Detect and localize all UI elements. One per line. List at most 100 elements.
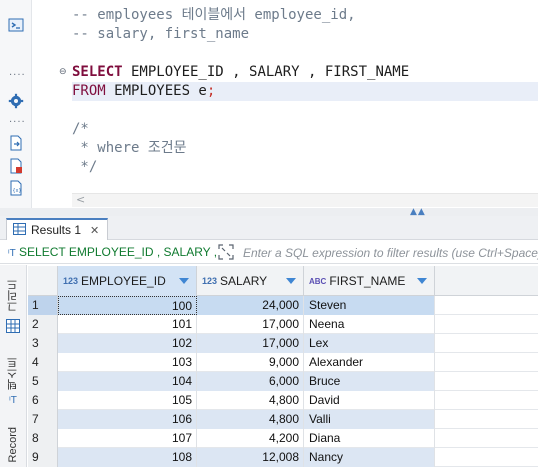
cell-first-name[interactable]: Nancy <box>304 448 435 467</box>
tab-grid-label: 그리드 <box>7 278 19 312</box>
cell-employee-id[interactable]: 106 <box>58 410 197 429</box>
cell-first-name[interactable]: Diana <box>304 429 435 448</box>
code-line-comment: -- employees 테이블에서 employee_id, <box>72 7 356 23</box>
tab-results-1[interactable]: Results 1 ✕ <box>6 218 109 240</box>
row-number[interactable]: 4 <box>28 353 58 372</box>
table-row[interactable]: 9 108 12,008 Nancy <box>28 448 538 467</box>
cell-salary[interactable]: 4,800 <box>197 391 304 410</box>
tab-record-view[interactable]: Record <box>4 423 22 467</box>
cell-employee-id[interactable]: 105 <box>58 391 197 410</box>
grid-header-row: 123 EMPLOYEE_ID 123 SALARY ABC FIRST_NAM… <box>28 266 538 296</box>
cell-salary[interactable]: 17,000 <box>197 334 304 353</box>
code-line-comment: * where 조건문 <box>72 140 187 156</box>
cell-employee-id[interactable]: 108 <box>58 448 197 467</box>
editor-horizontal-scrollbar[interactable]: < <box>72 193 538 207</box>
column-header-employee-id[interactable]: 123 EMPLOYEE_ID <box>58 266 197 296</box>
cell-salary[interactable]: 9,000 <box>197 353 304 372</box>
cell-salary[interactable]: 24,000 <box>197 296 304 315</box>
filter-query-label[interactable]: ᶦT SELECT EMPLOYEE_ID , SALARY , <box>8 245 217 259</box>
cell-first-name[interactable]: Neena <box>304 315 435 334</box>
statement-semicolon: ; <box>206 83 216 99</box>
sort-dropdown-icon[interactable] <box>179 278 189 284</box>
tab-record-label: Record <box>7 427 19 463</box>
cell-employee-id[interactable]: 104 <box>58 372 197 391</box>
sql-query-icon: ᶦT <box>8 248 16 259</box>
svg-text:{x}: {x} <box>13 188 22 194</box>
results-grid[interactable]: 123 EMPLOYEE_ID 123 SALARY ABC FIRST_NAM… <box>28 266 538 467</box>
cell-first-name[interactable]: Steven <box>304 296 435 315</box>
row-number-header[interactable] <box>28 266 58 296</box>
numeric-type-icon: 123 <box>202 276 218 286</box>
row-number[interactable]: 3 <box>28 334 58 353</box>
sort-dropdown-icon[interactable] <box>286 278 296 284</box>
cell-salary[interactable]: 4,200 <box>197 429 304 448</box>
code-line-comment: */ <box>72 159 98 175</box>
settings-gear-icon[interactable] <box>8 93 24 109</box>
table-row[interactable]: 7 106 4,800 Valli <box>28 410 538 429</box>
text-view-icon[interactable]: ᶦT <box>4 391 22 409</box>
filter-bar: ᶦT SELECT EMPLOYEE_ID , SALARY , <box>0 241 538 264</box>
column-header-first-name[interactable]: ABC FIRST_NAME <box>304 266 435 296</box>
cell-salary[interactable]: 17,000 <box>197 315 304 334</box>
grid-view-icon[interactable] <box>4 317 22 335</box>
panel-splitter[interactable]: ▲▲ <box>0 207 538 217</box>
sql-editor[interactable]: ···· ···· {x} ⊖ -- employees 테이블에서 emplo… <box>0 0 538 210</box>
row-number[interactable]: 8 <box>28 429 58 448</box>
cell-employee-id[interactable]: 100 <box>58 296 197 315</box>
document-error-icon[interactable] <box>8 158 24 174</box>
scroll-left-arrow-icon[interactable]: < <box>76 193 85 206</box>
tab-grid-view[interactable]: 그리드 <box>4 275 22 315</box>
cell-first-name[interactable]: Bruce <box>304 372 435 391</box>
table-row[interactable]: 1 100 24,000 Steven <box>28 296 538 315</box>
cell-salary[interactable]: 6,000 <box>197 372 304 391</box>
column-header-salary[interactable]: 123 SALARY <box>197 266 304 296</box>
row-number[interactable]: 6 <box>28 391 58 410</box>
table-row[interactable]: 2 101 17,000 Neena <box>28 315 538 334</box>
row-number[interactable]: 2 <box>28 315 58 334</box>
cell-employee-id[interactable]: 107 <box>58 429 197 448</box>
keyword-select: SELECT <box>72 64 123 80</box>
cell-employee-id[interactable]: 102 <box>58 334 197 353</box>
export-icon[interactable] <box>8 135 24 151</box>
table-row[interactable]: 3 102 17,000 Lex <box>28 334 538 353</box>
row-number[interactable]: 7 <box>28 410 58 429</box>
code-line-select: SELECT EMPLOYEE_ID , SALARY , FIRST_NAME <box>72 63 538 82</box>
cell-first-name[interactable]: Valli <box>304 410 435 429</box>
text-type-icon: ABC <box>309 276 327 286</box>
results-tab-bar: Results 1 ✕ <box>0 216 538 240</box>
table-row[interactable]: 8 107 4,200 Diana <box>28 429 538 448</box>
cell-employee-id[interactable]: 101 <box>58 315 197 334</box>
row-number[interactable]: 9 <box>28 448 58 467</box>
fold-collapse-icon[interactable]: ⊖ <box>59 67 67 77</box>
expand-filter-icon[interactable] <box>218 244 236 260</box>
keyword-from: FROM <box>72 83 106 99</box>
table-row[interactable]: 4 103 9,000 Alexander <box>28 353 538 372</box>
cell-first-name[interactable]: Alexander <box>304 353 435 372</box>
editor-side-toolbar: ···· ···· {x} <box>0 0 32 210</box>
numeric-type-icon: 123 <box>63 276 79 286</box>
cell-first-name[interactable]: David <box>304 391 435 410</box>
sort-dropdown-icon[interactable] <box>417 278 427 284</box>
close-icon[interactable]: ✕ <box>90 224 99 237</box>
select-columns: EMPLOYEE_ID , SALARY , FIRST_NAME <box>122 64 410 80</box>
row-number[interactable]: 1 <box>28 296 58 315</box>
row-number[interactable]: 5 <box>28 372 58 391</box>
cell-first-name[interactable]: Lex <box>304 334 435 353</box>
code-line-comment: /* <box>72 121 89 137</box>
format-document-icon[interactable]: {x} <box>8 180 24 196</box>
cell-salary[interactable]: 12,008 <box>197 448 304 467</box>
code-line-comment: -- salary, first_name <box>72 26 250 42</box>
from-table: EMPLOYEES e <box>105 83 207 99</box>
code-area[interactable]: -- employees 테이블에서 employee_id, -- salar… <box>72 6 538 177</box>
column-header-label: FIRST_NAME <box>329 274 406 288</box>
table-row[interactable]: 6 105 4,800 David <box>28 391 538 410</box>
cell-salary[interactable]: 4,800 <box>197 410 304 429</box>
table-row[interactable]: 5 104 6,000 Bruce <box>28 372 538 391</box>
filter-expression-input[interactable] <box>243 245 538 260</box>
tab-text-view[interactable]: 텍스트 <box>4 351 22 395</box>
result-view-tabs: 그리드 텍스트 ᶦT Record <box>0 265 27 467</box>
cell-employee-id[interactable]: 103 <box>58 353 197 372</box>
execute-script-icon[interactable] <box>8 17 24 33</box>
